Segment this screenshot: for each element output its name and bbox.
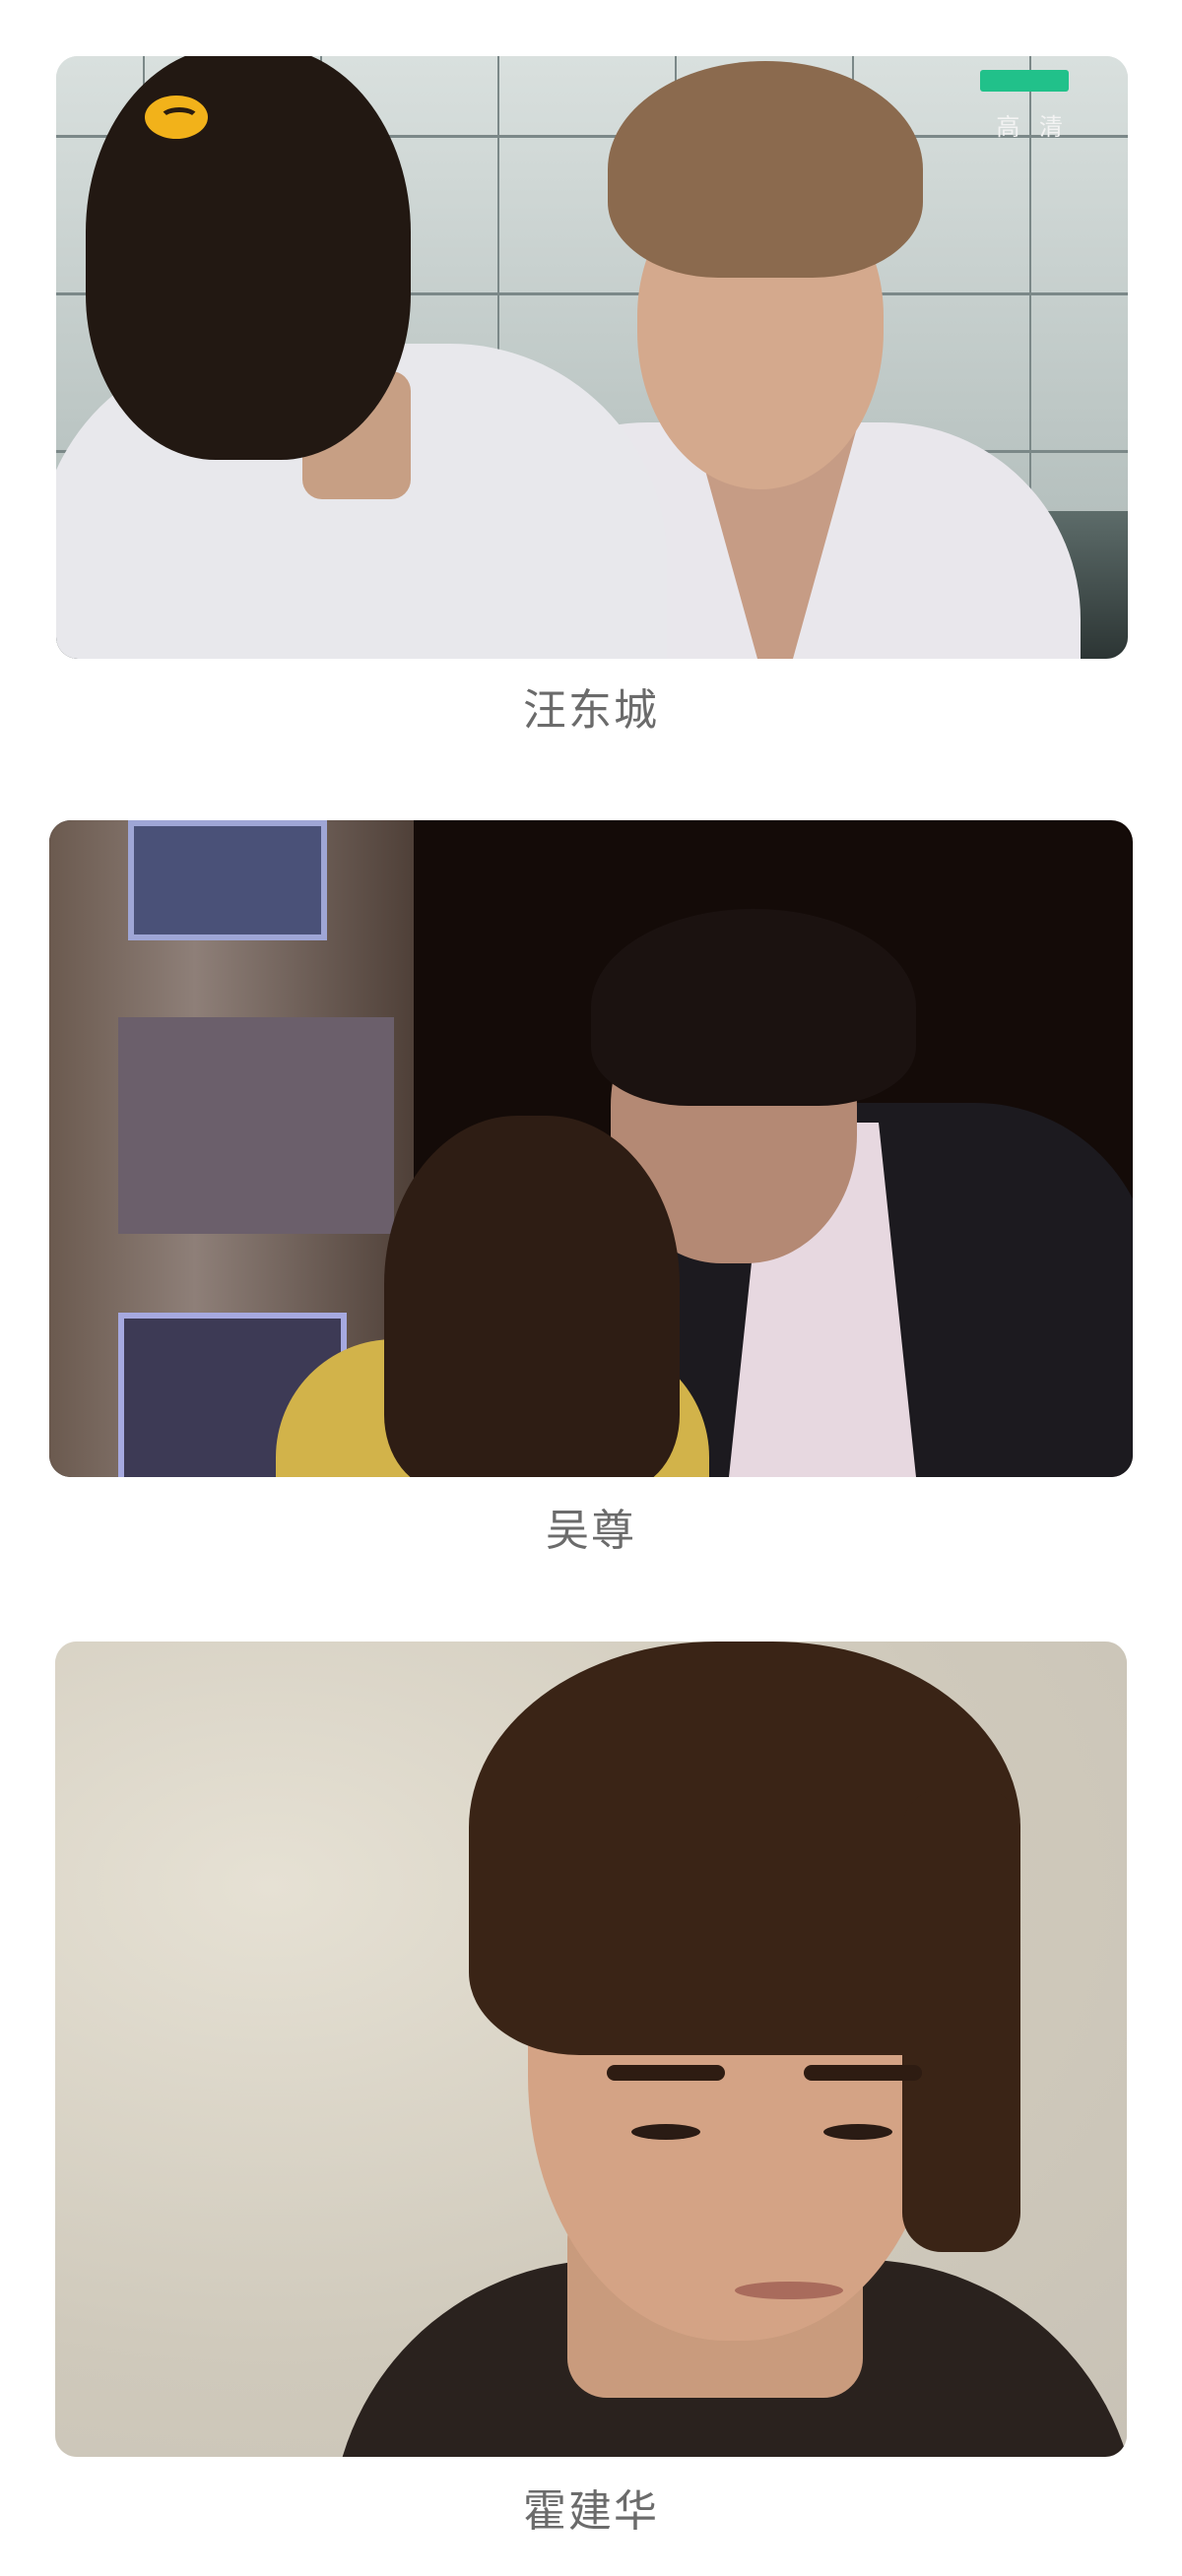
quality-label: 高 清	[996, 113, 1069, 141]
caption-3: 霍建华	[523, 2486, 659, 2537]
photo-card-2[interactable]	[49, 820, 1133, 1477]
photo-card-1[interactable]: 高 清	[56, 56, 1128, 659]
station-logo-icon	[145, 96, 208, 139]
photo-scene-2	[49, 820, 1133, 1477]
signal-bar-icon	[980, 70, 1069, 92]
caption-1: 汪东城	[523, 685, 659, 736]
photo-card-3[interactable]	[55, 1642, 1127, 2457]
caption-2: 吴尊	[546, 1506, 636, 1556]
photo-scene-3	[55, 1642, 1127, 2457]
photo-scene-1	[56, 56, 1128, 659]
